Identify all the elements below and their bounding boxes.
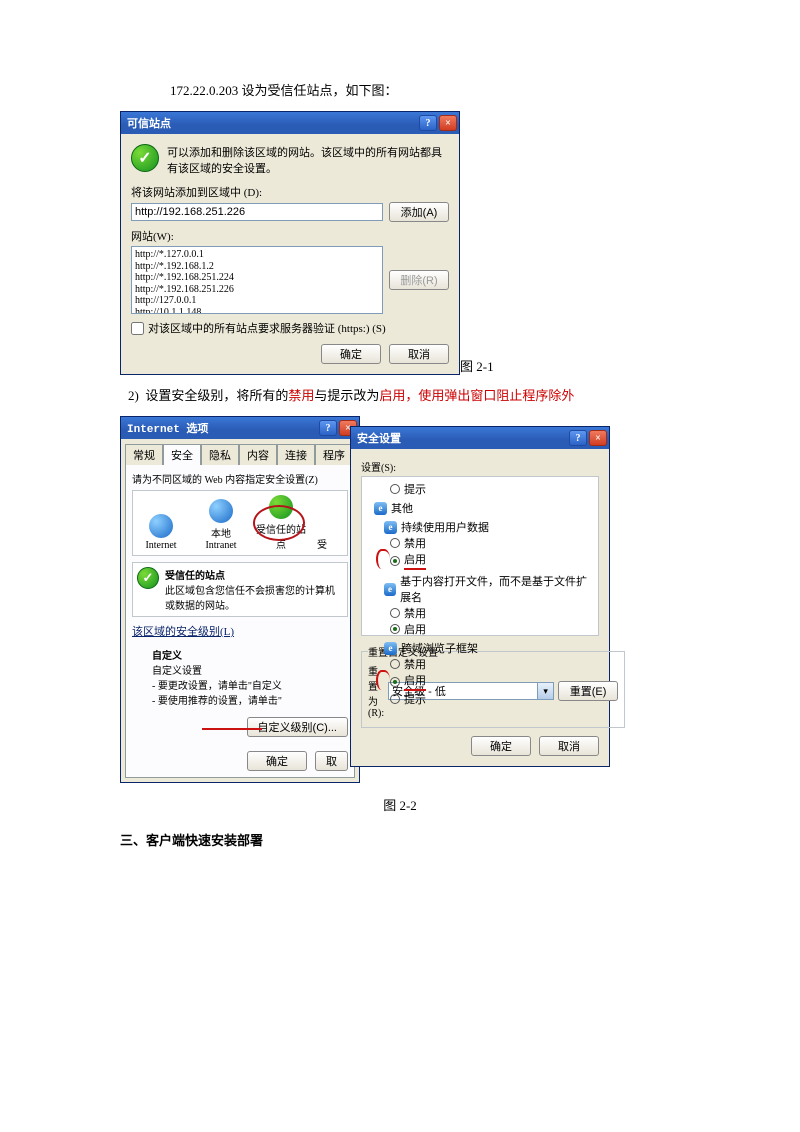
- titlebar: 安全设置 ? ×: [351, 427, 609, 449]
- ie-icon: e: [374, 502, 387, 515]
- dialog-title: 可信站点: [127, 115, 171, 131]
- tab-content[interactable]: 内容: [239, 444, 277, 465]
- radio-prompt[interactable]: 提示: [390, 481, 594, 497]
- red-arc-annotation: [376, 549, 390, 569]
- figure-1-row: 可信站点 ? × ✓ 可以添加和删除该区域的网站。该区域中的所有网站都具有该区域…: [120, 111, 680, 375]
- figure-2-caption: 图 2-2: [120, 795, 680, 814]
- help-icon[interactable]: ?: [419, 115, 437, 131]
- group-other: e其他: [374, 500, 594, 516]
- zone-restricted[interactable]: 受: [315, 536, 329, 551]
- help-icon[interactable]: ?: [319, 420, 337, 436]
- red-underline-annotation: [202, 728, 262, 730]
- dialog-title: 安全设置: [357, 430, 401, 446]
- intro-line: 172.22.0.203 设为受信任站点，如下图：: [170, 80, 680, 99]
- tab-security[interactable]: 安全: [163, 444, 201, 465]
- radio-disable[interactable]: 禁用: [390, 656, 594, 672]
- https-label: 对该区域中的所有站点要求服务器验证 (https:) (S): [148, 320, 386, 336]
- add-site-input[interactable]: [131, 203, 383, 221]
- figure-1-caption: 图 2-1: [460, 356, 494, 375]
- titlebar: 可信站点 ? ×: [121, 112, 459, 134]
- radio-enable[interactable]: 启用: [390, 672, 594, 691]
- zone-intranet[interactable]: 本地 Intranet: [195, 499, 247, 551]
- step-2: 2) 设置安全级别，将所有的禁用与提示改为启用，使用弹出窗口阻止程序除外: [128, 385, 680, 404]
- sites-label: 网站(W):: [131, 228, 449, 244]
- add-button[interactable]: 添加(A): [389, 202, 449, 222]
- check-icon: [269, 495, 293, 519]
- ie-icon: e: [384, 521, 397, 534]
- shield-check-icon: ✓: [137, 567, 159, 589]
- help-icon[interactable]: ?: [569, 430, 587, 446]
- cancel-button[interactable]: 取: [315, 751, 348, 771]
- section-3-heading: 三、客户端快速安装部署: [120, 830, 680, 849]
- custom-level-button[interactable]: 自定义级别(C)...: [247, 717, 348, 737]
- shield-check-icon: ✓: [131, 144, 159, 172]
- radio-enable[interactable]: 启用: [390, 621, 594, 637]
- security-settings-dialog: 安全设置 ? × 设置(S): 提示 e其他 e持续使用用户数据 禁用 启用 e…: [350, 426, 610, 767]
- tab-strip: 常规 安全 隐私 内容 连接 程序: [121, 439, 359, 464]
- tab-connections[interactable]: 连接: [277, 444, 315, 465]
- globe-icon: [149, 514, 173, 538]
- tab-programs[interactable]: 程序: [315, 444, 353, 465]
- close-icon[interactable]: ×: [589, 430, 607, 446]
- radio-disable[interactable]: 禁用: [390, 535, 594, 551]
- radio-disable[interactable]: 禁用: [390, 605, 594, 621]
- custom-label: 自定义: [152, 651, 182, 662]
- https-checkbox[interactable]: [131, 322, 144, 335]
- cancel-button[interactable]: 取消: [389, 344, 449, 364]
- figure-2-row: Internet 选项 ? × 常规 安全 隐私 内容 连接 程序 请为不同区域…: [120, 416, 680, 783]
- ok-button[interactable]: 确定: [321, 344, 381, 364]
- radio-prompt[interactable]: 提示: [390, 691, 594, 707]
- ok-button[interactable]: 确定: [471, 736, 531, 756]
- settings-label: 设置(S):: [361, 459, 599, 474]
- dialog-title: Internet 选项: [127, 420, 208, 436]
- tab-privacy[interactable]: 隐私: [201, 444, 239, 465]
- item-persist: e持续使用用户数据: [384, 519, 594, 535]
- dialog-description: 可以添加和删除该区域的网站。该区域中的所有网站都具有该区域的安全设置。: [167, 144, 449, 176]
- globe-icon: [209, 499, 233, 523]
- ie-icon: e: [384, 642, 397, 655]
- zone-internet[interactable]: Internet: [135, 514, 187, 551]
- trusted-sites-dialog: 可信站点 ? × ✓ 可以添加和删除该区域的网站。该区域中的所有网站都具有该区域…: [120, 111, 460, 375]
- internet-options-dialog: Internet 选项 ? × 常规 安全 隐私 内容 连接 程序 请为不同区域…: [120, 416, 360, 783]
- level-link[interactable]: 该区域的安全级别(L): [132, 626, 234, 638]
- cancel-button[interactable]: 取消: [539, 736, 599, 756]
- titlebar: Internet 选项 ? ×: [121, 417, 359, 439]
- zone-desc: 此区域包含您信任不会损害您的计算机或数据的网站。: [165, 586, 335, 612]
- remove-button[interactable]: 删除(R): [389, 270, 449, 290]
- red-arc-annotation: [376, 670, 390, 690]
- item-open-content: e基于内容打开文件，而不是基于文件扩展名: [384, 573, 594, 605]
- add-site-label: 将该网站添加到区域中 (D):: [131, 184, 449, 200]
- zone-trusted[interactable]: 受信任的站点: [255, 495, 307, 551]
- ok-button[interactable]: 确定: [247, 751, 307, 771]
- close-icon[interactable]: ×: [439, 115, 457, 131]
- item-cross-frame: e跨域浏览子框架: [384, 640, 594, 656]
- radio-enable[interactable]: 启用: [390, 551, 594, 570]
- tab-general[interactable]: 常规: [125, 444, 163, 465]
- zone-prompt: 请为不同区域的 Web 内容指定安全设置(Z): [132, 471, 348, 486]
- ie-icon: e: [384, 583, 396, 596]
- sites-listbox[interactable]: http://*.127.0.0.1http://*.192.168.1.2 h…: [131, 246, 383, 314]
- zone-title: 受信任的站点: [165, 571, 225, 582]
